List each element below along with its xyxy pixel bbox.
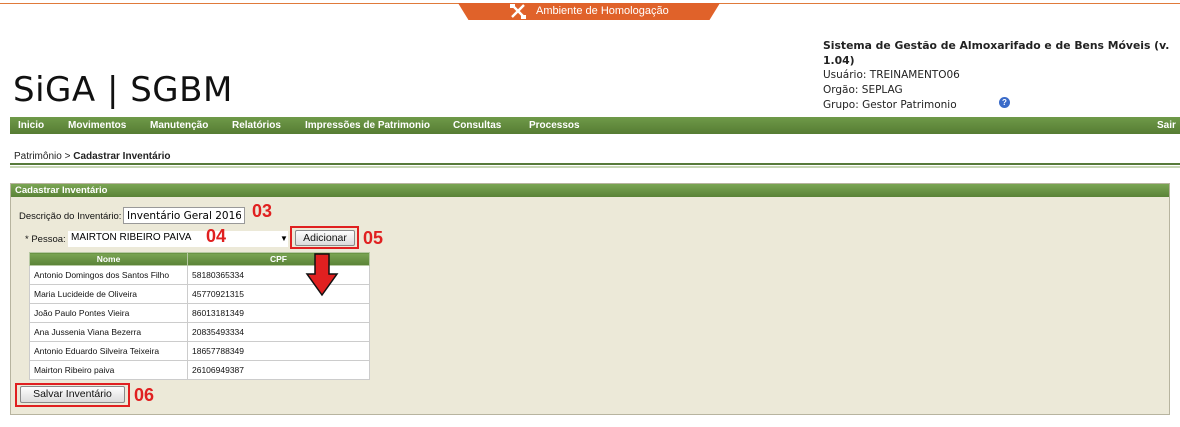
table-row: Mairton Ribeiro paiva 26106949387 <box>29 360 370 380</box>
nav-item-consultas[interactable]: Consultas <box>453 120 501 131</box>
table-row: João Paulo Pontes Vieira 86013181349 <box>29 303 370 323</box>
cell-nome: Ana Jussenia Viana Bezerra <box>29 322 188 342</box>
app-logo: SiGA | SGBM <box>13 70 233 110</box>
table-row: Antonio Eduardo Silveira Teixeira 186577… <box>29 341 370 361</box>
save-inventory-button[interactable]: Salvar Inventário <box>20 386 125 403</box>
breadcrumb: Patrimônio > Cadastrar Inventário <box>14 151 170 162</box>
cell-nome: Mairton Ribeiro paiva <box>29 360 188 380</box>
nav-item-impressoes[interactable]: Impressões de Patrimonio <box>305 120 430 131</box>
add-button[interactable]: Adicionar <box>295 230 355 246</box>
breadcrumb-parent[interactable]: Patrimônio <box>14 151 62 162</box>
cell-nome: Maria Lucideide de Oliveira <box>29 284 188 304</box>
step-05-marker: 05 <box>363 228 384 248</box>
arrow-down-icon <box>305 253 339 297</box>
step-03-marker: 03 <box>252 201 273 221</box>
table-row: Ana Jussenia Viana Bezerra 20835493334 <box>29 322 370 342</box>
logout-link[interactable]: Sair <box>1157 120 1176 131</box>
nav-item-relatorios[interactable]: Relatórios <box>232 120 281 131</box>
cell-cpf: 86013181349 <box>187 303 370 323</box>
desc-label: Descrição do Inventário: <box>19 211 122 222</box>
cell-cpf: 26106949387 <box>187 360 370 380</box>
cell-cpf: 58180365334 <box>187 265 370 285</box>
nav-item-inicio[interactable]: Inicio <box>18 120 44 131</box>
breadcrumb-current: Cadastrar Inventário <box>73 151 171 162</box>
chevron-down-icon[interactable]: ▼ <box>280 234 288 243</box>
step-04-marker: 04 <box>206 226 227 246</box>
col-cpf-header: CPF <box>187 252 370 266</box>
cell-cpf: 20835493334 <box>187 322 370 342</box>
tools-icon <box>510 4 526 19</box>
cell-cpf: 18657788349 <box>187 341 370 361</box>
main-nav: Inicio Movimentos Manutenção Relatórios … <box>10 117 1180 134</box>
cell-cpf: 45770921315 <box>187 284 370 304</box>
col-nome-header: Nome <box>29 252 188 266</box>
nav-item-manutencao[interactable]: Manutenção <box>150 120 208 131</box>
environment-banner: Ambiente de Homologação <box>458 3 720 20</box>
environment-label: Ambiente de Homologação <box>536 5 669 17</box>
breadcrumb-divider <box>10 163 1180 165</box>
help-icon[interactable]: ? <box>999 97 1010 108</box>
cell-nome: João Paulo Pontes Vieira <box>29 303 188 323</box>
nav-item-movimentos[interactable]: Movimentos <box>68 120 126 131</box>
system-title: Sistema de Gestão de Almoxarifado e de B… <box>823 39 1170 67</box>
pessoa-select[interactable]: MAIRTON RIBEIRO PAIVA <box>68 231 288 247</box>
step-06-marker: 06 <box>134 385 155 405</box>
nav-item-processos[interactable]: Processos <box>529 120 580 131</box>
environment-bar: Ambiente de Homologação <box>0 0 1180 22</box>
cell-nome: Antonio Domingos dos Santos Filho <box>29 265 188 285</box>
org-info: Orgão: SEPLAG <box>823 84 903 96</box>
breadcrumb-separator: > <box>64 151 71 162</box>
panel-title: Cadastrar Inventário <box>11 184 1169 197</box>
description-input[interactable] <box>123 207 245 224</box>
pessoa-label: * Pessoa: <box>25 234 66 245</box>
cell-nome: Antonio Eduardo Silveira Teixeira <box>29 341 188 361</box>
breadcrumb-divider-light <box>10 166 1180 168</box>
user-info: Usuário: TREINAMENTO06 <box>823 69 960 81</box>
